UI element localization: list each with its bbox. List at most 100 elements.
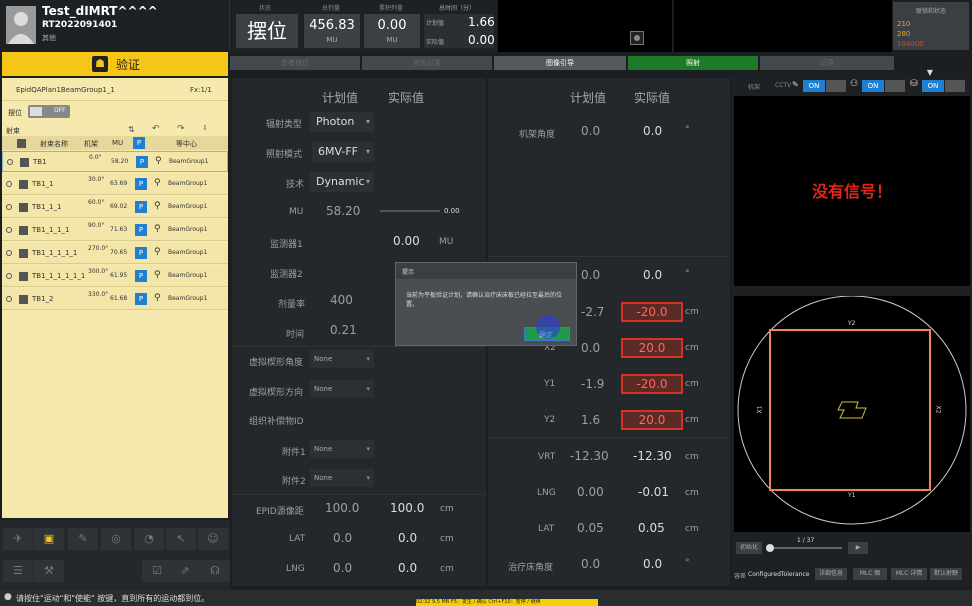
- mlc-chart-button[interactable]: MLC 图: [853, 568, 887, 580]
- redo-icon[interactable]: ↷: [177, 124, 185, 134]
- table-row[interactable]: TB1_1 30.0° 63.69 P ⚲ BeamGroup1: [2, 174, 228, 195]
- radio-icon[interactable]: [7, 159, 13, 165]
- beam-p[interactable]: P: [136, 156, 148, 168]
- export-icon[interactable]: ⇗: [170, 560, 200, 582]
- state-label: 状态: [258, 5, 271, 12]
- beam-p[interactable]: P: [135, 293, 147, 305]
- radio-icon[interactable]: [6, 250, 12, 256]
- list-icon[interactable]: ☰: [3, 560, 33, 582]
- divider: [488, 437, 730, 438]
- beam-name: TB1_1_1_1_1: [32, 249, 78, 257]
- row-checkbox[interactable]: [19, 272, 28, 281]
- table-row[interactable]: TB1_1_1_1_1_1 300.0° 61.95 P ⚲ BeamGroup…: [2, 266, 228, 287]
- lat-actual-r: 0.05: [638, 521, 665, 535]
- user-icon[interactable]: ☺: [198, 528, 228, 550]
- camera-icon[interactable]: [630, 31, 644, 45]
- hammer-icon[interactable]: ⚒: [34, 560, 64, 582]
- acc1-select[interactable]: None: [310, 440, 374, 458]
- tool-icon[interactable]: ✎: [792, 80, 802, 90]
- avatar: [6, 6, 36, 44]
- mlc-details-button[interactable]: MLC 详情: [891, 568, 927, 580]
- verify-button[interactable]: ☗ 验证: [2, 52, 228, 76]
- beam-p[interactable]: P: [135, 247, 147, 259]
- wedge-angle-select[interactable]: None: [310, 350, 374, 368]
- target-icon[interactable]: ◎: [101, 528, 131, 550]
- camera-view-2: [674, 0, 892, 52]
- iso-icon: ⚲: [154, 224, 161, 234]
- play-button[interactable]: ▶: [848, 542, 868, 554]
- plane-icon[interactable]: ✈: [3, 528, 33, 550]
- radio-icon[interactable]: [6, 204, 12, 210]
- timer-icon[interactable]: ◔: [134, 528, 164, 550]
- radio-icon[interactable]: [6, 227, 12, 233]
- interlock-panel[interactable]: 联锁和状态 210 280 194000: [893, 2, 969, 50]
- player-slider[interactable]: [766, 544, 842, 552]
- details-button[interactable]: 详细信息: [815, 568, 847, 580]
- couch-on-button[interactable]: ON: [922, 80, 944, 92]
- wedge-dir-select[interactable]: None: [310, 380, 374, 398]
- workflow-step-imaging[interactable]: 图像引导: [494, 56, 626, 70]
- beam-group: BeamGroup1: [168, 226, 208, 233]
- radio-icon[interactable]: [6, 181, 12, 187]
- undo-icon[interactable]: ↶: [152, 124, 160, 134]
- beam-p[interactable]: P: [135, 270, 147, 282]
- lat-plan-l: 0.0: [333, 531, 353, 545]
- cctv-on-button[interactable]: ON: [803, 80, 825, 92]
- sort-icon[interactable]: ⇅: [128, 125, 135, 134]
- couch-icon[interactable]: ⛁: [910, 79, 922, 91]
- table-row[interactable]: TB1_1_1_1_1 270.0° 70.65 P ⚲ BeamGroup1: [2, 243, 228, 264]
- setup-toggle[interactable]: OFF: [28, 105, 70, 118]
- workflow-step-setup[interactable]: 患者摆位: [230, 56, 360, 70]
- workflow-step-beam[interactable]: 照射: [628, 56, 758, 70]
- total-label: 总剂量: [321, 5, 340, 12]
- collapse-icon[interactable]: ▼: [920, 68, 940, 78]
- apply-icon[interactable]: ⇩: [202, 124, 208, 132]
- workflow-step-preset[interactable]: 预先设置: [362, 56, 492, 70]
- lng-label-l: LNG: [286, 564, 305, 574]
- table-row[interactable]: TB1_1_1_1 90.0° 71.63 P ⚲ BeamGroup1: [2, 220, 228, 241]
- row-checkbox[interactable]: [19, 226, 28, 235]
- people-on-button[interactable]: ON: [862, 80, 884, 92]
- workflow-step-record[interactable]: 记录: [760, 56, 894, 70]
- time-plan: 0.21: [330, 323, 357, 337]
- y2-unit: cm: [685, 415, 699, 425]
- row-checkbox[interactable]: [19, 295, 28, 304]
- table-row[interactable]: TB1_2 330.0° 61.68 P ⚲ BeamGroup1: [2, 289, 228, 310]
- mode-select[interactable]: 6MV-FF: [312, 142, 374, 162]
- table-row[interactable]: TB1_1_1 60.0° 69.02 P ⚲ BeamGroup1: [2, 197, 228, 218]
- toggle-bg-1: [826, 80, 846, 92]
- select-all-checkbox[interactable]: [17, 139, 26, 148]
- row-checkbox[interactable]: [20, 158, 29, 167]
- radio-icon[interactable]: [6, 273, 12, 279]
- slider-thumb[interactable]: [766, 544, 774, 552]
- row-checkbox[interactable]: [19, 249, 28, 258]
- row-checkbox[interactable]: [19, 180, 28, 189]
- beam-p[interactable]: P: [135, 224, 147, 236]
- default-field-button[interactable]: 默认射野: [930, 568, 962, 580]
- edit-document-icon[interactable]: ✎: [68, 528, 98, 550]
- toggle-knob: [30, 107, 42, 116]
- beam-gantry: 0.0°: [89, 154, 102, 161]
- cursor-icon[interactable]: ↖: [166, 528, 196, 550]
- init-button[interactable]: 初始化: [736, 542, 762, 554]
- beam-p[interactable]: P: [135, 178, 147, 190]
- acc2-label: 附件2: [282, 477, 306, 487]
- lat-unit-r: cm: [685, 524, 699, 534]
- tech-select[interactable]: Dynamic: [310, 172, 374, 192]
- lat-label-r: LAT: [538, 524, 555, 534]
- cum-label: 累积剂量: [378, 5, 403, 12]
- beam-group: BeamGroup1: [168, 295, 208, 302]
- beam-p[interactable]: P: [135, 201, 147, 213]
- radio-icon[interactable]: [6, 296, 12, 302]
- row-checkbox[interactable]: [19, 203, 28, 212]
- mu-plan: 58.20: [326, 204, 361, 218]
- acc2-select[interactable]: None: [310, 469, 374, 487]
- people-icon[interactable]: ⚇: [850, 79, 862, 91]
- bev-y2: Y2: [848, 320, 856, 327]
- add-document-icon[interactable]: ▣: [34, 528, 64, 550]
- table-row[interactable]: TB1 0.0° 58.20 P ⚲ BeamGroup1: [2, 151, 228, 172]
- state-value: 摆位: [236, 14, 298, 48]
- radtype-select[interactable]: Photon: [310, 112, 374, 132]
- check-doc-icon[interactable]: ☑: [142, 560, 172, 582]
- ct-icon[interactable]: ☊: [200, 560, 230, 582]
